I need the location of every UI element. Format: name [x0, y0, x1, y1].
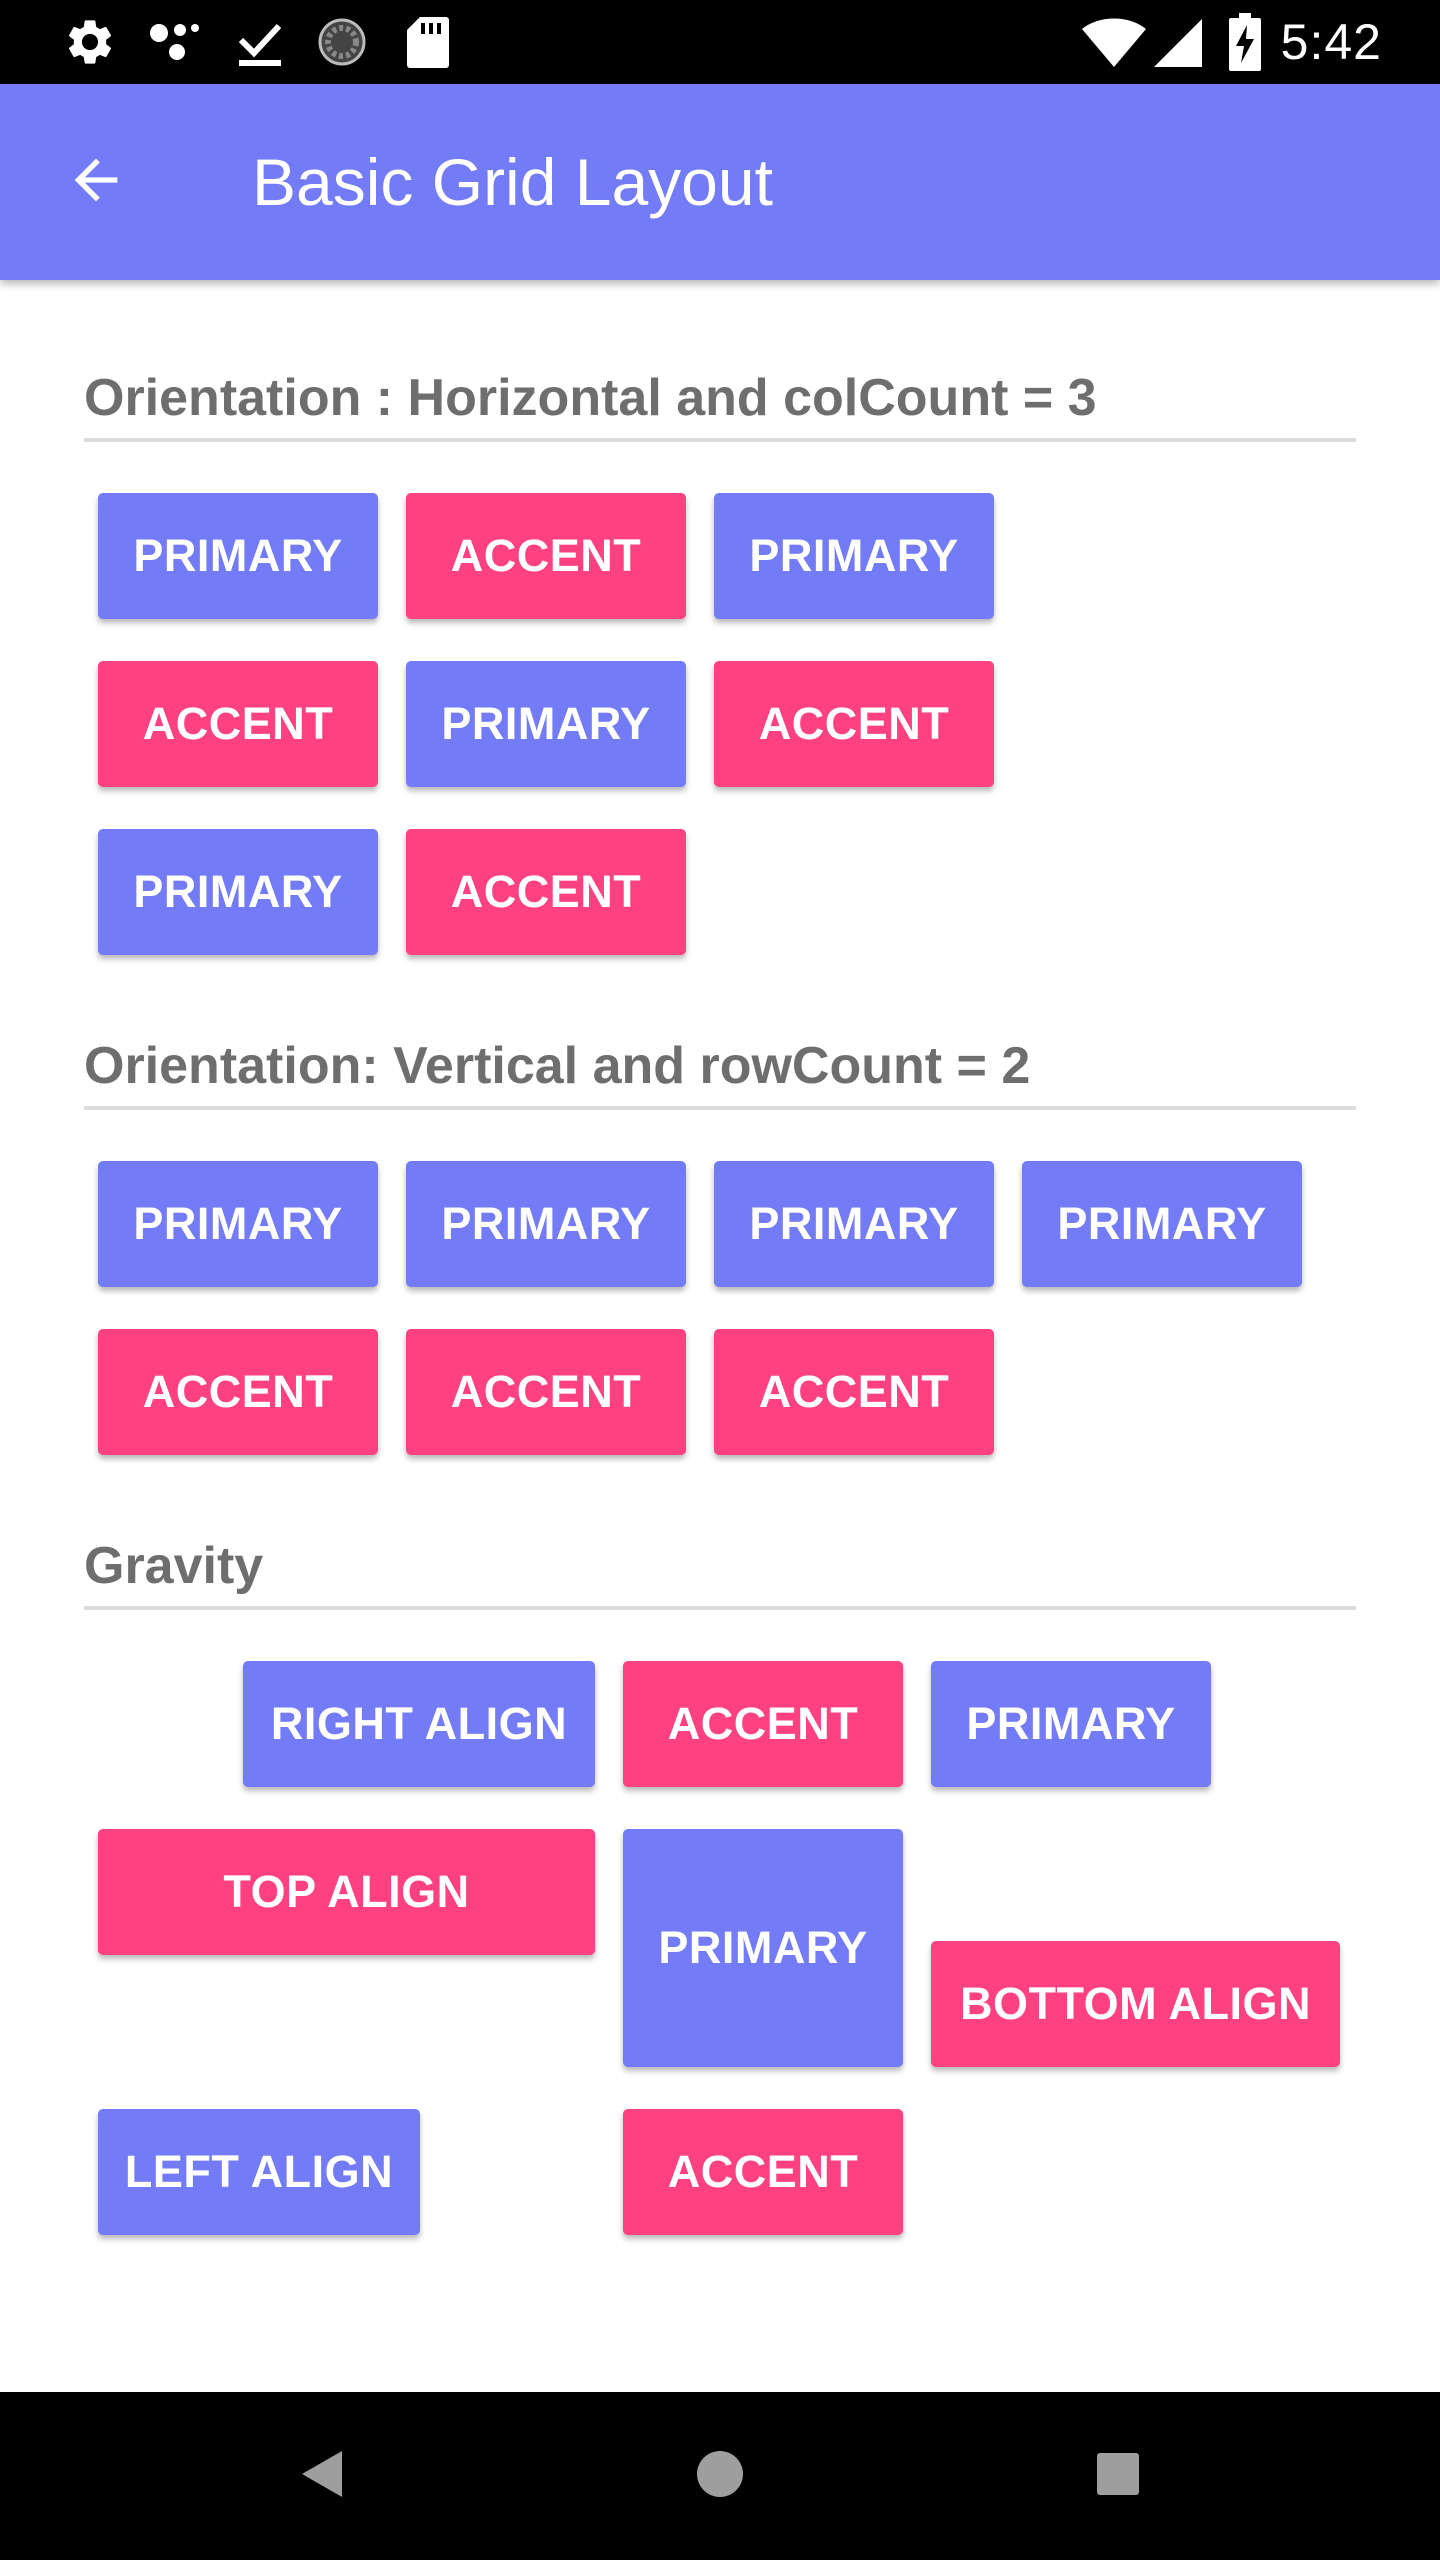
sd-card-icon: [400, 14, 456, 70]
app-bar: Basic Grid Layout: [0, 84, 1440, 280]
primary-button[interactable]: PRIMARY: [98, 829, 378, 955]
back-button[interactable]: [48, 134, 144, 230]
accent-button[interactable]: ACCENT: [623, 1661, 903, 1787]
nav-back-button[interactable]: [262, 2416, 382, 2536]
home-circle-icon: [695, 2449, 745, 2504]
primary-button[interactable]: PRIMARY: [931, 1661, 1211, 1787]
accent-button[interactable]: ACCENT: [98, 661, 378, 787]
wifi-icon: [1080, 14, 1148, 70]
bottom-align-button[interactable]: BOTTOM ALIGN: [931, 1941, 1340, 2067]
right-align-button[interactable]: RIGHT ALIGN: [243, 1661, 595, 1787]
accent-button[interactable]: ACCENT: [714, 661, 994, 787]
status-bar: 5:42: [0, 0, 1440, 84]
settings-icon: [62, 14, 118, 70]
accent-button[interactable]: ACCENT: [98, 1329, 378, 1455]
recents-square-icon: [1096, 2452, 1140, 2501]
left-align-button[interactable]: LEFT ALIGN: [98, 2109, 420, 2235]
accent-button[interactable]: ACCENT: [623, 2109, 903, 2235]
assistant-icon: [146, 14, 206, 70]
sync-icon: [314, 14, 370, 70]
page-title: Basic Grid Layout: [252, 145, 773, 219]
accent-button[interactable]: ACCENT: [406, 1329, 686, 1455]
download-done-icon: [232, 14, 288, 70]
accent-button[interactable]: ACCENT: [714, 1329, 994, 1455]
nav-home-button[interactable]: [660, 2416, 780, 2536]
battery-charging-icon: [1222, 13, 1268, 71]
primary-button[interactable]: PRIMARY: [98, 493, 378, 619]
top-align-button[interactable]: TOP ALIGN: [98, 1829, 595, 1955]
section-title-vertical: Orientation: Vertical and rowCount = 2: [84, 1037, 1031, 1095]
primary-button[interactable]: PRIMARY: [714, 493, 994, 619]
content-scroll-area[interactable]: Orientation : Horizontal and colCount = …: [0, 280, 1440, 2392]
primary-button[interactable]: PRIMARY: [1022, 1161, 1302, 1287]
section-title-gravity: Gravity: [84, 1537, 264, 1595]
status-clock: 5:42: [1280, 14, 1382, 70]
section-divider: [84, 1106, 1356, 1110]
section-title-horizontal: Orientation : Horizontal and colCount = …: [84, 369, 1097, 427]
primary-button[interactable]: PRIMARY: [714, 1161, 994, 1287]
nav-recents-button[interactable]: [1058, 2416, 1178, 2536]
section-divider: [84, 438, 1356, 442]
primary-button[interactable]: PRIMARY: [406, 661, 686, 787]
accent-button[interactable]: ACCENT: [406, 493, 686, 619]
cell-signal-icon: [1150, 14, 1206, 70]
arrow-back-icon: [64, 148, 128, 217]
section-divider: [84, 1606, 1356, 1610]
primary-button[interactable]: PRIMARY: [406, 1161, 686, 1287]
navigation-bar: [0, 2392, 1440, 2560]
accent-button[interactable]: ACCENT: [406, 829, 686, 955]
primary-button[interactable]: PRIMARY: [98, 1161, 378, 1287]
back-triangle-icon: [300, 2449, 344, 2504]
primary-button[interactable]: PRIMARY: [623, 1829, 903, 2067]
